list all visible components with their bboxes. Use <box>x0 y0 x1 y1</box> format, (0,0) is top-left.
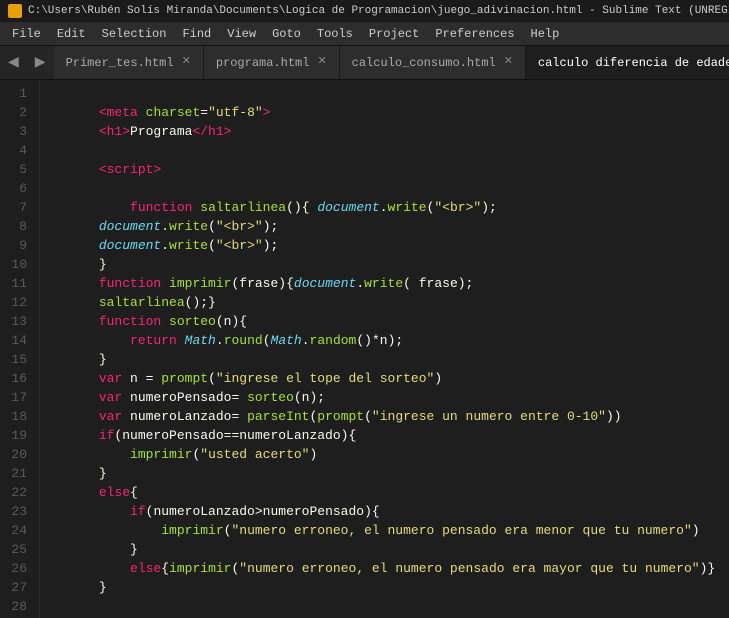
menu-view[interactable]: View <box>219 25 264 43</box>
code-line: </script> <box>52 597 729 616</box>
code-line: <script> <box>52 141 729 160</box>
code-line <box>52 578 729 597</box>
code-line: var n = prompt("ingrese el tope del sort… <box>52 350 729 369</box>
tab-close[interactable]: ✕ <box>504 57 513 68</box>
nav-back[interactable]: ◀ <box>0 46 27 79</box>
menu-tools[interactable]: Tools <box>309 25 361 43</box>
menu-selection[interactable]: Selection <box>94 25 175 43</box>
editor[interactable]: 1 2 3 4 5 6 7 8 9 10 11 12 13 14 15 16 1… <box>0 80 729 618</box>
title-bar: C:\Users\Rubén Solís Miranda\Documents\L… <box>0 0 729 22</box>
nav-forward[interactable]: ▶ <box>27 46 54 79</box>
menu-find[interactable]: Find <box>174 25 219 43</box>
code-area[interactable]: <meta charset="utf-8"> <h1>Programa</h1>… <box>40 80 729 618</box>
tab-bar: ◀ ▶ Primer_tes.html ✕ programa.html ✕ ca… <box>0 46 729 80</box>
code-line: else{ <box>52 464 729 483</box>
app-icon <box>8 4 22 18</box>
menu-help[interactable]: Help <box>523 25 568 43</box>
menu-goto[interactable]: Goto <box>264 25 309 43</box>
menu-project[interactable]: Project <box>361 25 427 43</box>
code-line: <meta charset="utf-8"> <box>52 84 729 103</box>
tab-close[interactable]: ✕ <box>182 57 191 68</box>
tab-calculo-diferencia[interactable]: calculo diferencia de edade.html ✕ <box>526 46 729 79</box>
line-numbers: 1 2 3 4 5 6 7 8 9 10 11 12 13 14 15 16 1… <box>0 80 40 618</box>
tab-label: calculo_consumo.html <box>352 56 496 70</box>
tab-label: calculo diferencia de edade.html <box>538 56 729 70</box>
menu-edit[interactable]: Edit <box>49 25 94 43</box>
tab-primer[interactable]: Primer_tes.html ✕ <box>54 46 204 79</box>
tab-label: Primer_tes.html <box>66 56 174 70</box>
title-text: C:\Users\Rubén Solís Miranda\Documents\L… <box>28 5 729 17</box>
tab-programa[interactable]: programa.html ✕ <box>204 46 340 79</box>
code-line: else{imprimir("numero erroneo, el numero… <box>52 540 729 559</box>
menu-preferences[interactable]: Preferences <box>427 25 522 43</box>
tab-calculo-consumo[interactable]: calculo_consumo.html ✕ <box>340 46 526 79</box>
menu-file[interactable]: File <box>4 25 49 43</box>
menu-bar: File Edit Selection Find View Goto Tools… <box>0 22 729 46</box>
tab-label: programa.html <box>216 56 310 70</box>
code-line: function imprimir(frase){document.write(… <box>52 255 729 274</box>
code-line: if(numeroLanzado>numeroPensado){ <box>52 483 729 502</box>
code-line: function saltarlinea(){ document.write("… <box>52 179 729 198</box>
tab-close[interactable]: ✕ <box>317 57 326 68</box>
